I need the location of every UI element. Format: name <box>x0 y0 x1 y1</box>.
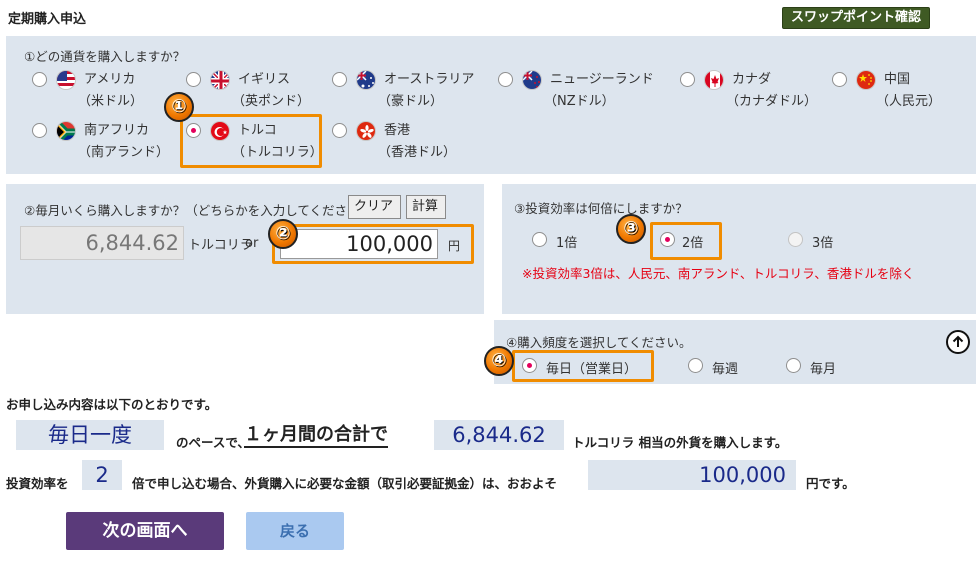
summary-pace-text: のペースで、 <box>176 435 250 450</box>
radio-daily[interactable] <box>522 358 537 373</box>
currency-name-aud: オーストラリア <box>384 72 475 87</box>
yen-unit: 円 <box>448 239 461 253</box>
step-badge-4: ④ <box>484 346 514 376</box>
radio-leverage-1x[interactable] <box>532 232 547 247</box>
frequency-daily-label: 毎日（営業日） <box>546 362 638 377</box>
us-flag-icon <box>56 70 76 90</box>
za-flag-icon <box>56 121 76 141</box>
amount-question: ②毎月いくら購入しますか？（どちらかを入力してください） <box>24 203 372 218</box>
cn-flag-icon <box>856 70 876 90</box>
nz-flag-icon <box>522 70 542 90</box>
frequency-question: ④購入頻度を選択してください。 <box>506 335 692 350</box>
radio-cad[interactable] <box>680 72 695 87</box>
currency-sub-try: （トルコリラ） <box>232 145 323 160</box>
swap-point-button[interactable]: スワップポイント確認 <box>782 7 930 29</box>
currency-sub-gbp: （英ポンド） <box>232 94 311 109</box>
frequency-monthly-label: 毎月 <box>810 362 837 377</box>
currency-sub-cad: （カナダドル） <box>726 94 818 109</box>
au-flag-icon <box>356 70 376 90</box>
tr-flag-icon <box>210 121 230 141</box>
summary-frequency: 毎日一度 <box>16 420 164 450</box>
back-button[interactable]: 戻る <box>246 512 344 550</box>
radio-try[interactable] <box>186 123 201 138</box>
currency-name-try: トルコ <box>238 123 277 138</box>
radio-aud[interactable] <box>332 72 347 87</box>
frequency-weekly-label: 毎週 <box>712 362 739 377</box>
calc-button[interactable]: 計算 <box>406 195 446 219</box>
radio-leverage-3x[interactable] <box>788 232 803 247</box>
hk-flag-icon <box>356 121 376 141</box>
summary-margin-suffix: 円です。 <box>806 476 855 491</box>
page-title: 定期購入申込 <box>8 12 87 27</box>
currency-sub-nzd: （NZドル） <box>544 94 615 109</box>
radio-nzd[interactable] <box>498 72 513 87</box>
currency-name-cad: カナダ <box>732 72 772 87</box>
leverage-1x-label: 1倍 <box>556 236 578 251</box>
clear-button[interactable]: クリア <box>348 195 401 219</box>
currency-sub-usd: （米ドル） <box>78 94 144 109</box>
currency-sub-cny: （人民元） <box>876 94 942 109</box>
currency-name-usd: アメリカ <box>84 72 136 87</box>
currency-sub-hkd: （香港ドル） <box>378 145 457 160</box>
step-badge-2: ② <box>268 219 298 249</box>
step-badge-1: ① <box>164 92 194 122</box>
summary-intro: お申し込み内容は以下のとおりです。 <box>6 397 218 412</box>
step-badge-3: ③ <box>616 214 646 244</box>
leverage-note: ※投資効率3倍は、人民元、南アランド、トルコリラ、香港ドルを除く <box>522 266 915 281</box>
radio-cny[interactable] <box>832 72 847 87</box>
currency-sub-aud: （豪ドル） <box>378 94 444 109</box>
summary-leverage-text: 倍で申し込む場合、外貨購入に必要な金額（取引必要証拠金）は、おおよそ <box>132 476 558 491</box>
summary-amount: 6,844.62 <box>434 420 564 450</box>
radio-weekly[interactable] <box>688 358 703 373</box>
currency-name-hkd: 香港 <box>384 123 411 138</box>
currency-sub-zar: （南アランド） <box>78 145 170 160</box>
summary-leverage-prefix: 投資効率を <box>6 476 69 491</box>
currency-question: ①どの通貨を購入しますか？ <box>24 49 186 64</box>
radio-monthly[interactable] <box>786 358 801 373</box>
next-button[interactable]: 次の画面へ <box>66 512 224 550</box>
yen-amount-input[interactable]: 100,000 <box>280 229 438 259</box>
leverage-2x-label: 2倍 <box>682 236 704 251</box>
leverage-question: ③投資効率は何倍にしますか？ <box>514 201 688 216</box>
currency-name-gbp: イギリス <box>238 72 291 87</box>
foreign-amount-field[interactable]: 6,844.62 <box>20 226 184 260</box>
radio-zar[interactable] <box>32 123 47 138</box>
currency-name-nzd: ニュージーランド <box>550 72 654 87</box>
currency-name-zar: 南アフリカ <box>84 123 150 138</box>
ca-flag-icon <box>704 70 724 90</box>
scroll-up-icon[interactable] <box>946 330 970 354</box>
radio-hkd[interactable] <box>332 123 347 138</box>
summary-amount-suffix: トルコリラ 相当の外貨を購入します。 <box>572 435 788 450</box>
summary-period-text: １ヶ月間の合計で <box>244 424 388 448</box>
uk-flag-icon <box>210 70 230 90</box>
radio-usd[interactable] <box>32 72 47 87</box>
or-text: or <box>245 236 259 251</box>
foreign-unit: トルコリラ <box>188 238 253 253</box>
leverage-3x-label: 3倍 <box>812 236 834 251</box>
radio-gbp[interactable] <box>186 72 201 87</box>
currency-name-cny: 中国 <box>884 72 911 87</box>
summary-margin: 100,000 <box>588 460 796 490</box>
radio-leverage-2x[interactable] <box>660 232 675 247</box>
summary-leverage: 2 <box>82 460 122 490</box>
